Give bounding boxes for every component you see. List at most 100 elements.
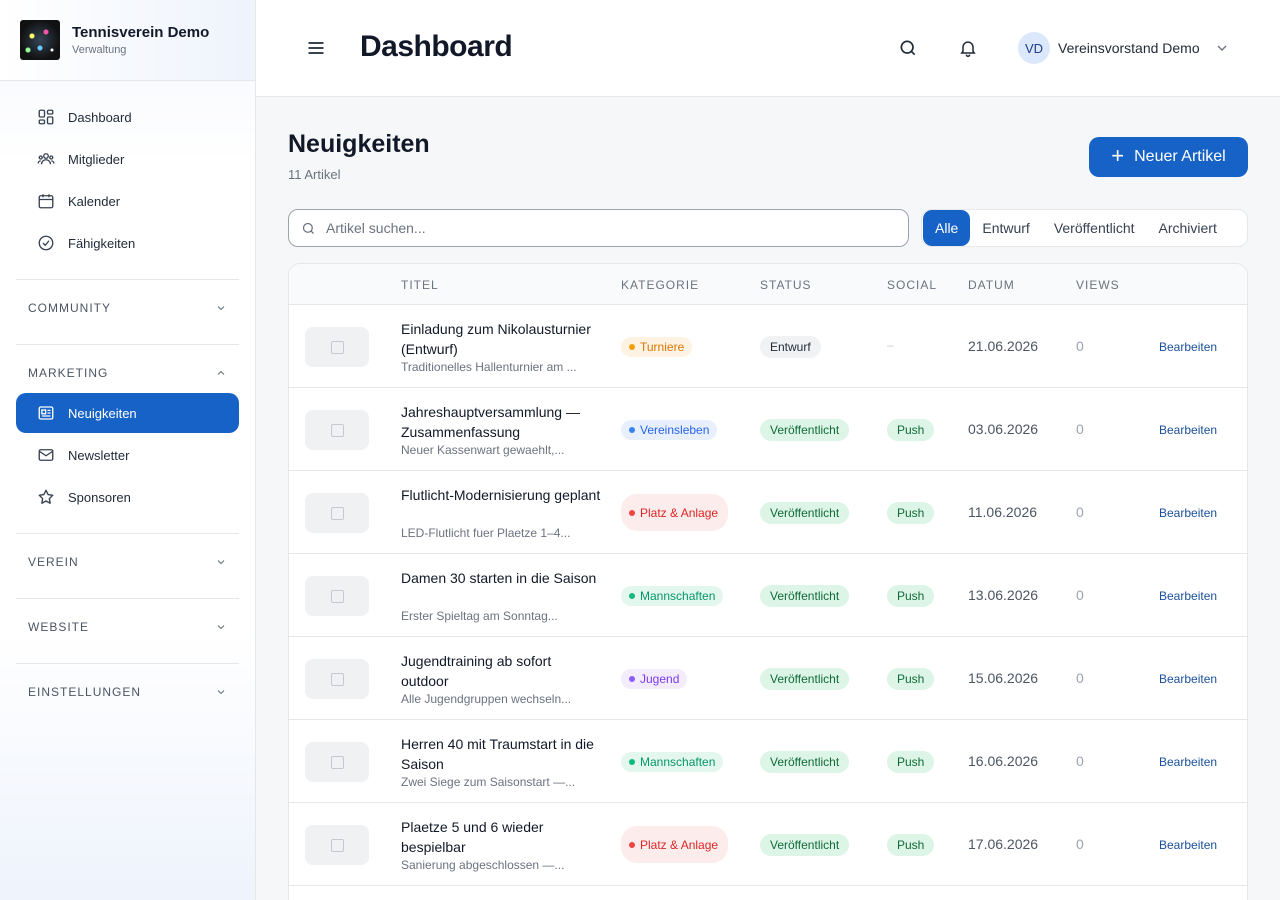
- thumbnail-placeholder: [305, 659, 369, 699]
- filter-archiviert[interactable]: Archiviert: [1147, 210, 1229, 246]
- sidebar: Tennisverein Demo Verwaltung Dashboard M…: [0, 0, 256, 900]
- category-label: Turniere: [640, 340, 685, 354]
- article-excerpt: Alle Jugendgruppen wechseln...: [401, 692, 572, 706]
- sidebar-divider: [16, 533, 239, 534]
- chevron-down-icon: [217, 625, 225, 630]
- user-name[interactable]: Vereinsvorstand Demo: [1058, 40, 1200, 56]
- section-community[interactable]: COMMUNITY: [16, 288, 239, 328]
- column-header[interactable]: KATEGORIE: [621, 278, 699, 292]
- sidebar-divider: [16, 279, 239, 280]
- edit-link[interactable]: Bearbeiten: [1159, 672, 1217, 686]
- main-content: Neuigkeiten 11 Artikel + Neuer Artikel A…: [256, 97, 1280, 900]
- table-row[interactable]: Plaetze 5 und 6 wieder bespielbar Sanier…: [289, 803, 1247, 886]
- article-views: 0: [1076, 753, 1084, 769]
- thumbnail-placeholder: [305, 576, 369, 616]
- bell-icon[interactable]: [958, 38, 978, 58]
- article-excerpt: LED-Flutlicht fuer Plaetze 1–4...: [401, 526, 571, 540]
- column-header[interactable]: VIEWS: [1076, 278, 1120, 292]
- menu-icon[interactable]: [306, 38, 326, 58]
- section-label: VEREIN: [28, 555, 79, 569]
- article-title[interactable]: Plaetze 5 und 6 wieder bespielbar: [401, 817, 601, 857]
- article-title[interactable]: Jugendtraining ab sofort outdoor: [401, 651, 601, 691]
- status-badge: Veröffentlicht: [760, 585, 850, 607]
- table-row[interactable]: Flutlicht-Modernisierung geplant LED-Flu…: [289, 471, 1247, 554]
- chevron-down-icon: [217, 306, 225, 311]
- table-row[interactable]: Einladung zum Nikolausturnier (Entwurf) …: [289, 305, 1247, 388]
- dot-icon: [629, 593, 635, 599]
- article-date: 11.06.2026: [968, 504, 1038, 520]
- category-badge: Platz & Anlage: [621, 826, 728, 863]
- chevron-down-icon[interactable]: [1214, 40, 1230, 56]
- status-badge: Veröffentlicht: [760, 834, 850, 856]
- section-marketing[interactable]: MARKETING: [16, 353, 239, 393]
- article-excerpt: Neuer Kassenwart gewaehlt,...: [401, 443, 565, 457]
- search-field[interactable]: [288, 209, 909, 247]
- table-row[interactable]: Damen 30 starten in die Saison Erster Sp…: [289, 554, 1247, 637]
- section-label: COMMUNITY: [28, 301, 111, 315]
- search-input[interactable]: [326, 220, 886, 236]
- article-title[interactable]: Damen 30 starten in die Saison: [401, 568, 601, 588]
- column-header[interactable]: STATUS: [760, 278, 812, 292]
- dot-icon: [629, 841, 635, 848]
- sidebar-item-label: Newsletter: [68, 447, 130, 463]
- edit-link[interactable]: Bearbeiten: [1159, 506, 1217, 520]
- chevron-up-icon: [217, 370, 225, 375]
- image-icon: [330, 423, 344, 437]
- section-einstellungen[interactable]: EINSTELLUNGEN: [16, 672, 239, 712]
- table-row[interactable]: Jahreshauptversammlung — Zusammenfassung…: [289, 388, 1247, 471]
- social-badge: Push: [887, 502, 935, 524]
- article-title[interactable]: Herren 40 mit Traumstart in die Saison: [401, 734, 601, 774]
- new-article-button[interactable]: + Neuer Artikel: [1089, 137, 1248, 177]
- thumbnail-placeholder: [305, 327, 369, 367]
- sidebar-divider: [16, 598, 239, 599]
- column-header[interactable]: DATUM: [968, 278, 1015, 292]
- sidebar-item-label: Fähigkeiten: [68, 235, 136, 251]
- sidebar-item-faehigkeiten[interactable]: Fähigkeiten: [16, 223, 239, 263]
- search-icon[interactable]: [898, 38, 918, 58]
- column-header[interactable]: TITEL: [401, 278, 439, 292]
- column-header[interactable]: SOCIAL: [887, 278, 937, 292]
- sidebar-item-dashboard[interactable]: Dashboard: [16, 97, 239, 137]
- brand[interactable]: Tennisverein Demo Verwaltung: [0, 0, 255, 81]
- badge-check-icon: [36, 233, 56, 253]
- section-label: WEBSITE: [28, 620, 90, 634]
- article-title[interactable]: Jahreshauptversammlung — Zusammenfassung: [401, 402, 601, 442]
- edit-link[interactable]: Bearbeiten: [1159, 589, 1217, 603]
- sidebar-item-newsletter[interactable]: Newsletter: [16, 435, 239, 475]
- article-date: 21.06.2026: [968, 338, 1039, 354]
- article-title[interactable]: Einladung zum Nikolausturnier (Entwurf): [401, 319, 601, 359]
- filter-entwurf[interactable]: Entwurf: [970, 210, 1041, 246]
- new-article-label: Neuer Artikel: [1134, 148, 1226, 165]
- edit-link[interactable]: Bearbeiten: [1159, 755, 1217, 769]
- mail-icon: [36, 445, 56, 465]
- category-label: Vereinsleben: [640, 423, 710, 437]
- edit-link[interactable]: Bearbeiten: [1159, 340, 1217, 354]
- filter-veroeffentlicht[interactable]: Veröffentlicht: [1042, 210, 1147, 246]
- section-label: MARKETING: [28, 366, 109, 380]
- article-excerpt: Sanierung abgeschlossen —...: [401, 858, 565, 872]
- article-title[interactable]: Flutlicht-Modernisierung geplant: [401, 485, 601, 505]
- dot-icon: [629, 427, 635, 433]
- category-label: Jugend: [640, 672, 680, 686]
- section-verein[interactable]: VEREIN: [16, 542, 239, 582]
- category-badge: Vereinsleben: [621, 420, 718, 440]
- newspaper-icon: [36, 403, 56, 423]
- filter-alle[interactable]: Alle: [923, 210, 971, 246]
- avatar[interactable]: VD: [1018, 32, 1050, 64]
- sidebar-item-mitglieder[interactable]: Mitglieder: [16, 139, 239, 179]
- edit-link[interactable]: Bearbeiten: [1159, 838, 1217, 852]
- sidebar-item-kalender[interactable]: Kalender: [16, 181, 239, 221]
- category-badge: Mannschaften: [621, 586, 724, 606]
- table-row[interactable]: Jugendtraining ab sofort outdoor Alle Ju…: [289, 637, 1247, 720]
- edit-link[interactable]: Bearbeiten: [1159, 423, 1217, 437]
- social-badge: Push: [887, 585, 935, 607]
- status-badge: Veröffentlicht: [760, 668, 850, 690]
- sidebar-item-sponsoren[interactable]: Sponsoren: [16, 477, 239, 517]
- image-icon: [330, 838, 344, 852]
- dashboard-icon: [36, 107, 56, 127]
- sidebar-item-neuigkeiten[interactable]: Neuigkeiten: [16, 393, 239, 433]
- image-icon: [330, 506, 344, 520]
- section-website[interactable]: WEBSITE: [16, 607, 239, 647]
- table-row[interactable]: Herren 40 mit Traumstart in die Saison Z…: [289, 720, 1247, 803]
- social-badge: Push: [887, 834, 935, 856]
